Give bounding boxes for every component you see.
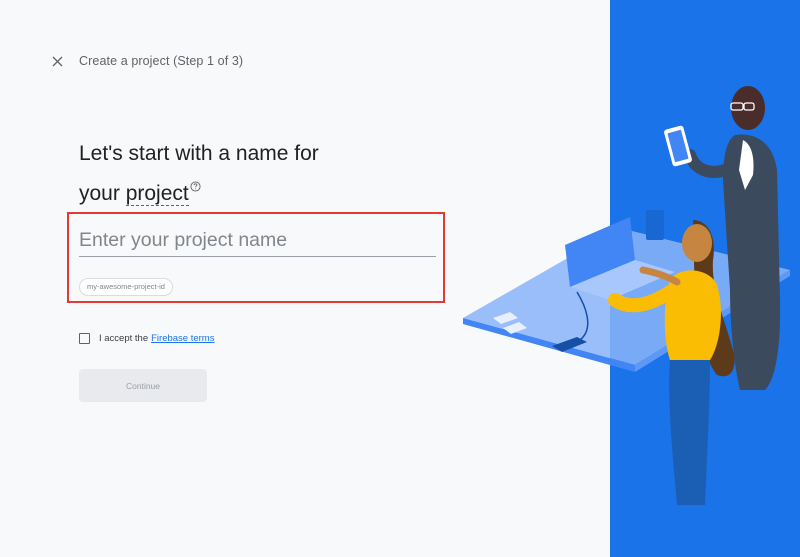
project-name-input[interactable] [79, 224, 436, 257]
woman-jeans [669, 360, 710, 505]
woman-head [682, 224, 712, 262]
firebase-project-illustration [463, 86, 790, 505]
terms-label: I accept the [99, 333, 149, 344]
project-id-chip[interactable]: my-awesome-project-id [79, 278, 173, 296]
heading-line-2-prefix: your [79, 182, 126, 205]
close-icon [52, 56, 62, 66]
help-circle-icon[interactable] [190, 170, 201, 202]
step-title: Create a project (Step 1 of 3) [79, 54, 244, 68]
terms-row: I accept the Firebase terms [79, 333, 214, 344]
firebase-terms-link[interactable]: Firebase terms [151, 333, 214, 344]
close-button[interactable] [48, 52, 66, 70]
cup [646, 210, 664, 240]
standing-person-head [731, 86, 765, 130]
terms-checkbox[interactable] [79, 333, 90, 344]
heading-line-1: Let's start with a name for [79, 142, 319, 165]
project-term-link[interactable]: project [125, 182, 189, 206]
continue-button[interactable]: Continue [79, 369, 207, 402]
page-heading: Let's start with a name for your project [79, 138, 319, 210]
create-project-page: Create a project (Step 1 of 3) Let's sta… [0, 0, 800, 557]
